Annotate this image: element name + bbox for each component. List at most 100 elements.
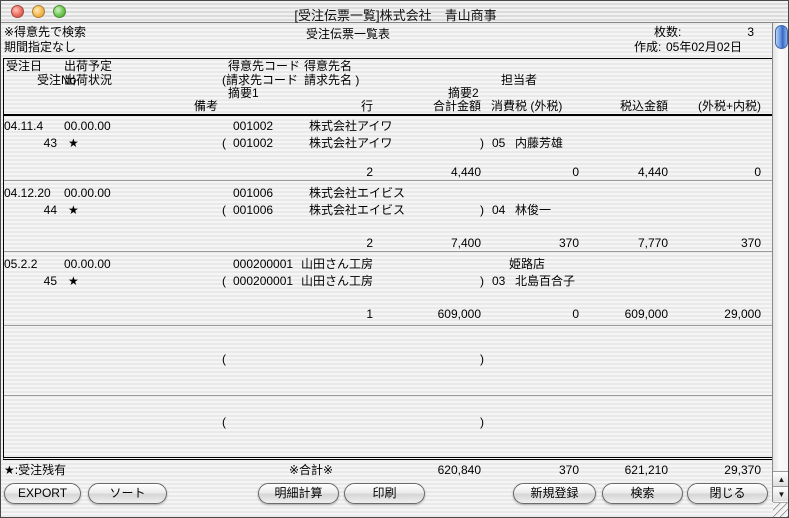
- grand-tax-ext-amount: 370: [497, 464, 579, 477]
- col-cust-code: 得意先コード: [228, 60, 300, 73]
- sort-button[interactable]: ソート: [88, 483, 167, 504]
- bill-close-paren: ): [480, 353, 484, 366]
- bill-open-paren: (: [222, 137, 226, 150]
- cust-code: 001002: [233, 120, 273, 133]
- total-incl-amount: 609,000: [576, 308, 668, 321]
- bill-name: 株式会社エイビス: [309, 204, 405, 217]
- backorder-star-icon: ★: [68, 275, 79, 288]
- tax-ext-amount: 0: [497, 166, 579, 179]
- bill-close-paren: ): [480, 137, 484, 150]
- scroll-down-icon[interactable]: ▼: [773, 486, 789, 501]
- col-total-incl: 税込金額: [576, 100, 668, 113]
- tax-ext-amount: 0: [497, 308, 579, 321]
- backorder-star-icon: ★: [68, 204, 79, 217]
- list-title: 受注伝票一覧表: [306, 28, 390, 41]
- col-summary1: 摘要1: [228, 87, 259, 100]
- bill-code: 001006: [233, 204, 273, 217]
- tax-mix-amount: 0: [669, 166, 761, 179]
- order-date: 04.12.20: [4, 187, 51, 200]
- ship-plan: 00.00.00: [64, 120, 111, 133]
- order-no: 43: [19, 137, 57, 150]
- record-row[interactable]: 05.2.2 00.00.00 000200001 山田さん工房 姫路店 45 …: [1, 252, 771, 325]
- grand-total-label: ※合計※: [289, 464, 333, 477]
- bill-name: 株式会社アイワ: [309, 137, 392, 150]
- sheets-value: 3: [694, 26, 754, 39]
- scroll-up-icon[interactable]: ▲: [773, 471, 789, 486]
- order-date: 04.11.4: [4, 120, 43, 133]
- bill-open-paren: (: [222, 353, 226, 366]
- print-button[interactable]: 印刷: [344, 483, 425, 504]
- staff-name: 北島百合子: [515, 275, 575, 288]
- empty-record-row[interactable]: ( ): [1, 326, 771, 395]
- cust-branch: 姫路店: [509, 258, 545, 271]
- staff-name: 林俊一: [515, 204, 551, 217]
- bill-open-paren: (: [222, 204, 226, 217]
- cust-code: 001006: [233, 187, 273, 200]
- order-date: 05.2.2: [4, 258, 37, 271]
- total-amount: 4,440: [399, 166, 481, 179]
- bill-code: 001002: [233, 137, 273, 150]
- total-incl-amount: 7,770: [576, 237, 668, 250]
- line-count: 2: [331, 166, 373, 179]
- star-legend: ★:受注残有: [4, 464, 66, 477]
- grand-total-incl-amount: 621,210: [576, 464, 668, 477]
- scrollbar-thumb[interactable]: [775, 25, 788, 49]
- backorder-star-icon: ★: [68, 137, 79, 150]
- tax-ext-amount: 370: [497, 237, 579, 250]
- total-amount: 609,000: [399, 308, 481, 321]
- staff-code: 03: [492, 275, 505, 288]
- col-tax-ext: 消費税 (外税): [491, 100, 562, 113]
- search-mode-label: ※得意先で検索: [4, 26, 86, 39]
- detail-calc-button[interactable]: 明細計算: [258, 483, 339, 504]
- bill-open-paren: (: [222, 275, 226, 288]
- bill-code: 000200001: [233, 275, 293, 288]
- bill-close-paren: ): [480, 275, 484, 288]
- new-entry-button[interactable]: 新規登録: [513, 483, 596, 504]
- col-ship-status: 出荷状況: [64, 74, 112, 87]
- staff-code: 04: [492, 204, 505, 217]
- total-incl-amount: 4,440: [576, 166, 668, 179]
- record-row[interactable]: 04.12.20 00.00.00 001006 株式会社エイビス 44 ★ (…: [1, 181, 771, 251]
- col-staff: 担当者: [501, 74, 537, 87]
- empty-record-row[interactable]: ( ): [1, 396, 771, 459]
- staff-name: 内藤芳雄: [515, 137, 563, 150]
- col-cust-name: 得意先名: [304, 60, 352, 73]
- total-amount: 7,400: [399, 237, 481, 250]
- title-bar: [受注伝票一覧]株式会社 青山商事: [1, 1, 789, 23]
- window-title: [受注伝票一覧]株式会社 青山商事: [1, 5, 789, 24]
- line-count: 1: [331, 308, 373, 321]
- bill-close-paren: ): [480, 416, 484, 429]
- window-resize-grip-icon[interactable]: [773, 502, 789, 518]
- grand-total-amount: 620,840: [399, 464, 481, 477]
- close-button[interactable]: 閉じる: [687, 483, 768, 504]
- tax-mix-amount: 29,000: [669, 308, 761, 321]
- app-window: [受注伝票一覧]株式会社 青山商事 ※得意先で検索 受注伝票一覧表 枚数: 3 …: [0, 0, 789, 518]
- search-button[interactable]: 検索: [602, 483, 683, 504]
- line-count: 2: [331, 237, 373, 250]
- bill-open-paren: (: [222, 416, 226, 429]
- cust-name: 株式会社エイビス: [309, 187, 405, 200]
- ship-plan: 00.00.00: [64, 187, 111, 200]
- col-ship-plan: 出荷予定: [64, 60, 112, 73]
- col-total: 合計金額: [399, 100, 481, 113]
- cust-name: 株式会社アイワ: [309, 120, 392, 133]
- ship-plan: 00.00.00: [64, 258, 111, 271]
- col-order-date: 受注日: [6, 60, 42, 73]
- created-value: 05年02月02日: [666, 41, 742, 54]
- created-label: 作成:: [634, 41, 661, 54]
- cust-name: 山田さん工房: [301, 258, 373, 271]
- grand-tax-mix-amount: 29,370: [669, 464, 761, 477]
- record-row[interactable]: 04.11.4 00.00.00 001002 株式会社アイワ 43 ★ ( 0…: [1, 118, 771, 180]
- header-separator: [3, 114, 773, 116]
- sheets-label: 枚数:: [654, 26, 681, 39]
- vertical-scrollbar[interactable]: ▲ ▼: [772, 23, 789, 502]
- cust-code: 000200001: [233, 258, 293, 271]
- export-button[interactable]: EXPORT: [4, 483, 81, 504]
- bill-name: 山田さん工房: [301, 275, 373, 288]
- staff-code: 05: [492, 137, 505, 150]
- period-label: 期間指定なし: [4, 41, 76, 54]
- order-no: 45: [19, 275, 57, 288]
- tax-mix-amount: 370: [669, 237, 761, 250]
- col-tax-mix: (外税+内税): [669, 100, 761, 113]
- bill-close-paren: ): [480, 204, 484, 217]
